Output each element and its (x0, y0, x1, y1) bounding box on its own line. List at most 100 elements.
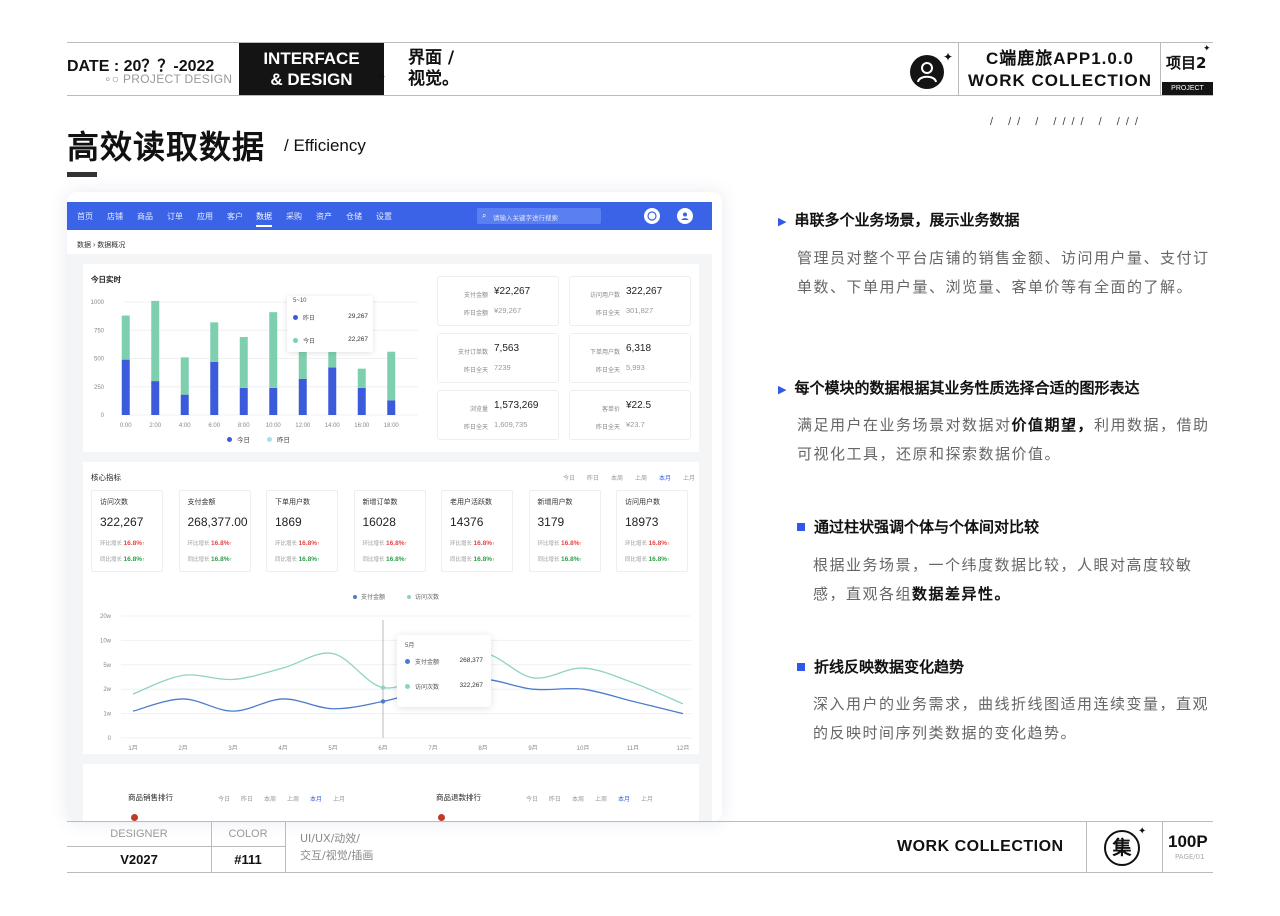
rank-badge-icon (131, 814, 138, 821)
section2-heading-text: 每个模块的数据根据其业务性质选择合适的图形表达 (794, 379, 1140, 397)
bar-today[interactable] (387, 400, 396, 415)
refund-period-tab-1[interactable]: 昨日 (549, 794, 561, 803)
arrow-up-icon: ↑ (579, 557, 583, 563)
bar-yesterday[interactable] (357, 368, 366, 388)
stat-label: 浏览量 (469, 407, 488, 413)
legend-visit: 访问次数 (407, 592, 439, 601)
stat-label: 客单价 (601, 407, 620, 413)
y-tick-label: 5w (103, 663, 111, 669)
bar-today[interactable] (210, 361, 219, 415)
period-tab-3[interactable]: 上周 (635, 473, 647, 482)
user-avatar-icon (910, 55, 944, 89)
x-tick-label: 7月 (428, 745, 437, 750)
bar-yesterday[interactable] (121, 315, 130, 360)
section2-text: 满足用户在业务场景对数据对价值期望，利用数据，借助可视化工具，还原和探索数据价值… (797, 416, 1210, 463)
nav-item-5[interactable]: 客户 (227, 211, 243, 222)
stat-compare-value: 301,827 (626, 306, 654, 315)
tooltip-title: 5~10 (293, 298, 307, 304)
search-placeholder: 请输入关键字进行搜索 (493, 215, 558, 222)
refund-period-tab-4[interactable]: 本月 (618, 794, 630, 803)
square-bullet-icon (797, 523, 805, 531)
hover-point[interactable] (380, 685, 386, 690)
arrow-up-icon: ↑ (491, 541, 495, 547)
nav-item-8[interactable]: 资产 (316, 211, 332, 222)
period-tab-2[interactable]: 本周 (611, 473, 623, 482)
tooltip-dot (405, 684, 410, 689)
x-tick-label: 2:00 (149, 423, 161, 429)
bar-yesterday[interactable] (239, 337, 248, 388)
search-icon: ⌕ (482, 211, 487, 220)
bar-today[interactable] (180, 394, 189, 415)
kpi-card: 新增用户数 3179 环比增长 16.8%↑ 同比增长 16.8%↑ (528, 490, 601, 572)
refund-period-tab-5[interactable]: 上月 (641, 794, 653, 803)
stat-compare-value: 1,609,735 (494, 420, 528, 429)
message-icon[interactable] (644, 208, 660, 224)
period-tab-5[interactable]: 上月 (333, 794, 345, 803)
period-tab-2[interactable]: 本周 (264, 794, 276, 803)
search-input[interactable]: ⌕ 请输入关键字进行搜索 (477, 208, 601, 224)
bar-today[interactable] (151, 381, 160, 415)
kpi-label: 访问用户数 (625, 499, 660, 506)
nav-item-6[interactable]: 数据 (256, 211, 272, 227)
tooltip-row2-value: 322,267 (459, 682, 484, 689)
period-tab-4[interactable]: 本月 (659, 473, 671, 482)
stat-compare-label: 昨日全天 (595, 425, 620, 431)
period-tab-1[interactable]: 昨日 (241, 794, 253, 803)
hover-point[interactable] (380, 699, 386, 704)
user-icon[interactable] (677, 208, 693, 224)
bar-yesterday[interactable] (210, 322, 219, 362)
refund-rank-title: 商品退款排行 (436, 793, 481, 802)
sparkle-icon: ✦ (1203, 44, 1211, 54)
bar-today[interactable] (328, 367, 337, 415)
x-tick-label: 4月 (278, 745, 287, 750)
bar-yesterday[interactable] (151, 300, 160, 382)
kpi-value: 14376 (450, 515, 484, 529)
arrow-up-icon: ↑ (491, 557, 495, 563)
bar-yesterday[interactable] (269, 312, 278, 388)
nav-item-4[interactable]: 应用 (197, 211, 213, 222)
period-tab-3[interactable]: 上周 (287, 794, 299, 803)
bar-yesterday[interactable] (387, 351, 396, 401)
stat-compare-label: 昨日金额 (463, 311, 488, 317)
designer-label: DESIGNER (110, 828, 168, 840)
color-label: COLOR (228, 828, 268, 840)
kpi-value: 18973 (625, 515, 659, 529)
kpi-label: 访问次数 (100, 499, 128, 506)
period-tab-0[interactable]: 今日 (218, 794, 230, 803)
period-tab-1[interactable]: 昨日 (587, 473, 599, 482)
header-bottom-rule (67, 95, 1213, 96)
nav-item-9[interactable]: 仓储 (346, 211, 362, 222)
refund-period-tab-0[interactable]: 今日 (526, 794, 538, 803)
kpi-yoy: 同比增长 16.8%↑ (625, 556, 670, 563)
x-tick-label: 1月 (128, 745, 137, 750)
period-tab-0[interactable]: 今日 (563, 473, 575, 482)
bar-today[interactable] (269, 387, 278, 415)
nav-item-2[interactable]: 商品 (137, 211, 153, 222)
bar-today[interactable] (121, 359, 130, 415)
stat-label: 下单用户数 (589, 350, 620, 356)
kpi-ring: 环比增长 16.8%↑ (362, 540, 408, 547)
stat-compare-label: 昨日全天 (463, 425, 488, 431)
period-tab-4[interactable]: 本月 (310, 794, 322, 803)
bar-today[interactable] (239, 387, 248, 415)
tooltip-row1-value: 29,267 (348, 313, 368, 320)
x-tick-label: 6月 (378, 745, 387, 750)
x-tick-label: 12月 (677, 745, 690, 750)
stat-card: 浏览量 1,573,269 昨日全天 1,609,735 (437, 390, 559, 440)
refund-period-tab-2[interactable]: 本周 (572, 794, 584, 803)
x-tick-label: 18:00 (384, 423, 400, 429)
kpi-label: 老用户活跃数 (450, 499, 492, 506)
nav-item-10[interactable]: 设置 (376, 211, 392, 222)
nav-item-1[interactable]: 店铺 (107, 211, 123, 222)
nav-item-0[interactable]: 首页 (77, 211, 93, 222)
nav-item-3[interactable]: 订单 (167, 211, 183, 222)
kpi-ring: 环比增长 16.8%↑ (625, 540, 670, 547)
refund-period-tab-3[interactable]: 上周 (595, 794, 607, 803)
bar-today[interactable] (357, 387, 366, 415)
bar-yesterday[interactable] (180, 357, 189, 395)
kpi-yoy: 同比增长 16.8%↑ (275, 556, 320, 563)
kpi-card: 支付金额 268,377.00 环比增长 16.8%↑ 同比增长 16.8%↑ (178, 490, 251, 572)
period-tab-5[interactable]: 上月 (683, 473, 695, 482)
bar-today[interactable] (298, 378, 307, 415)
nav-item-7[interactable]: 采购 (286, 211, 302, 222)
